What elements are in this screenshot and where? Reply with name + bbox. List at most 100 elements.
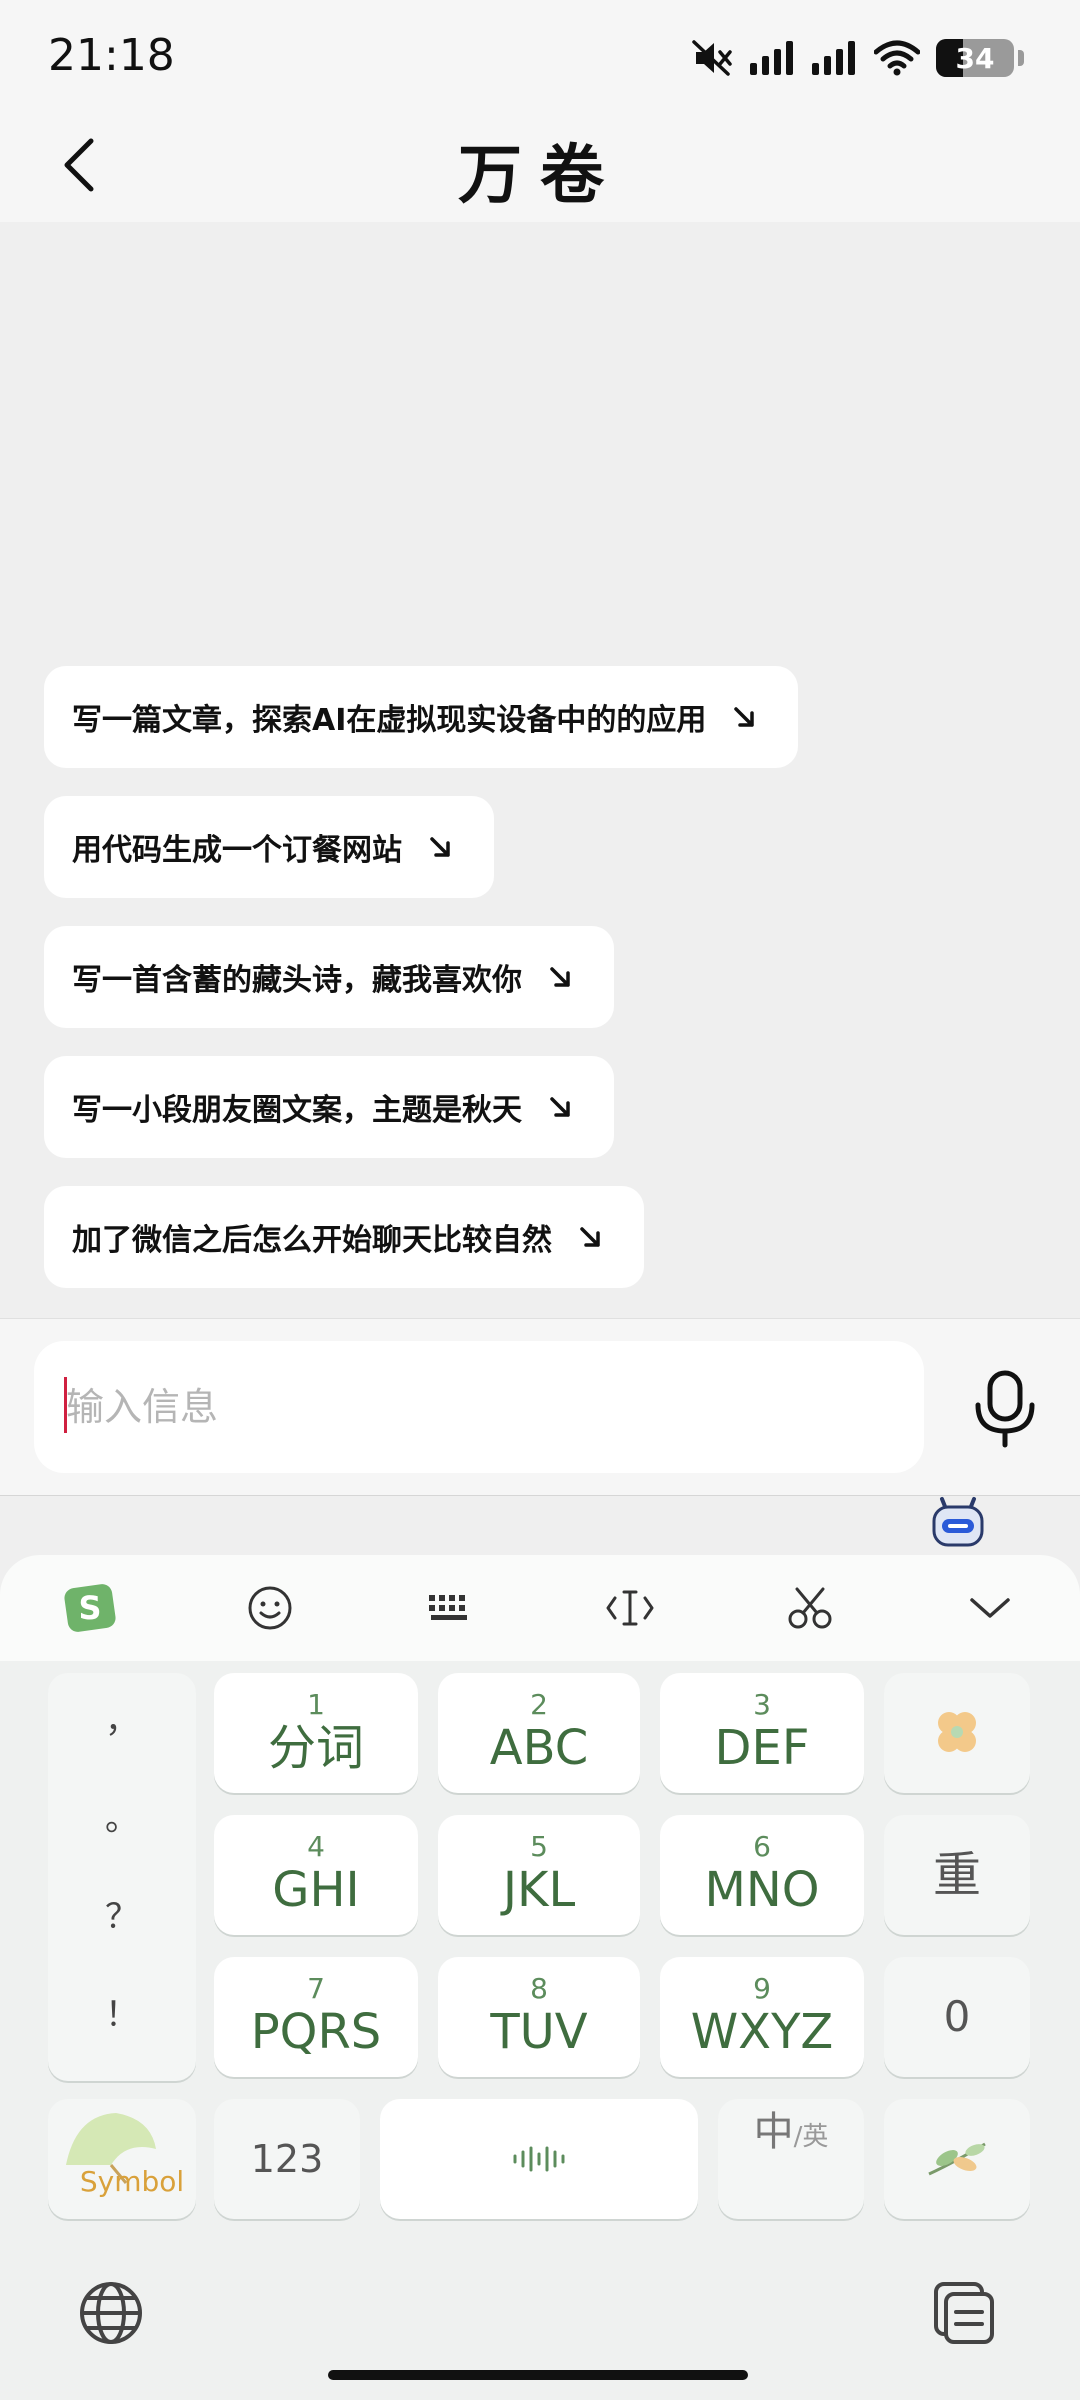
arrow-down-right-icon [548, 965, 572, 989]
emoji-icon [248, 1586, 292, 1630]
leaf-key[interactable] [884, 2099, 1030, 2219]
globe-button[interactable] [78, 2280, 144, 2350]
signal-icon [812, 41, 858, 75]
mute-icon [690, 38, 734, 78]
chevron-down-icon [970, 1598, 1010, 1618]
arrow-down-right-icon [428, 835, 452, 859]
suggestion-list: 写一篇文章，探索AI在虚拟现实设备中的的应用 用代码生成一个订餐网站 写一首含蓄… [44, 666, 1044, 1316]
lang-main-label: 中 [753, 2109, 794, 2155]
clover-key[interactable] [884, 1673, 1030, 1793]
key-letters: MNO [704, 1862, 820, 1918]
language-switch-key[interactable]: 中/英 [718, 2099, 864, 2219]
key-letters: 分词 [267, 1720, 364, 1776]
key-6[interactable]: 6 MNO [660, 1815, 864, 1935]
clipboard-icon [934, 2282, 994, 2344]
reset-key[interactable]: 重 [884, 1815, 1030, 1935]
svg-text:S: S [78, 1589, 101, 1627]
battery-icon: 34 [936, 39, 1014, 77]
key-number: 3 [753, 1688, 771, 1721]
punct-period-key[interactable]: 。 [48, 1791, 196, 1840]
suggestion-chip[interactable]: 写一小段朋友圈文案，主题是秋天 [44, 1056, 614, 1158]
key-letters: ABC [489, 1720, 589, 1776]
suggestion-label: 用代码生成一个订餐网站 [72, 833, 402, 868]
key-8[interactable]: 8 TUV [438, 1957, 640, 2077]
key-number: 7 [307, 1972, 325, 2005]
collapse-keyboard-button[interactable] [900, 1555, 1080, 1661]
suggestion-chip[interactable]: 写一首含蓄的藏头诗，藏我喜欢你 [44, 926, 614, 1028]
key-7[interactable]: 7 PQRS [214, 1957, 418, 2077]
clover-icon [938, 1712, 976, 1752]
arrow-down-right-icon [548, 1095, 572, 1119]
key-number: 8 [530, 1972, 548, 2005]
key-number: 2 [530, 1688, 548, 1721]
signal-icon [750, 41, 796, 75]
microphone-icon [975, 1370, 1035, 1448]
sogou-logo-button[interactable]: S [0, 1555, 180, 1661]
key-letters: TUV [490, 2004, 588, 2060]
assistant-robot-icon[interactable] [930, 1495, 986, 1547]
lang-sub-label: /英 [793, 2122, 829, 2152]
emoji-button[interactable] [180, 1555, 360, 1661]
punct-question-key[interactable]: ？ [48, 1889, 196, 1938]
key-number: 1 [307, 1688, 325, 1721]
suggestion-label: 写一小段朋友圈文案，主题是秋天 [72, 1093, 522, 1128]
zero-label: 0 [943, 1992, 971, 2041]
status-icons: 34 [690, 36, 1024, 80]
suggestion-chip[interactable]: 加了微信之后怎么开始聊天比较自然 [44, 1186, 644, 1288]
key-letters: GHI [272, 1862, 360, 1918]
status-bar: 21:18 34 [0, 0, 1080, 110]
key-number: 6 [753, 1830, 771, 1863]
suggestion-label: 加了微信之后怎么开始聊天比较自然 [72, 1223, 552, 1258]
suggestion-label: 写一首含蓄的藏头诗，藏我喜欢你 [72, 963, 522, 998]
punctuation-column[interactable]: ， 。 ？ ！ [48, 1673, 196, 2081]
globe-icon [80, 2282, 142, 2344]
cut-button[interactable] [720, 1555, 900, 1661]
status-time: 21:18 [48, 30, 175, 81]
key-5[interactable]: 5 JKL [438, 1815, 640, 1935]
reset-label: 重 [932, 1847, 981, 1903]
app-header: 万卷 [0, 110, 1080, 222]
numbers-key[interactable]: 123 [214, 2099, 360, 2219]
numbers-label: 123 [250, 2137, 324, 2181]
space-key[interactable] [380, 2099, 698, 2219]
message-input-bar [0, 1318, 1080, 1496]
arrow-down-right-icon [732, 705, 756, 729]
punct-exclaim-key[interactable]: ！ [48, 1987, 196, 2036]
home-indicator[interactable] [328, 2370, 748, 2380]
cursor-move-button[interactable] [540, 1555, 720, 1661]
arrow-down-right-icon [578, 1225, 602, 1249]
key-letters: WXYZ [690, 2004, 834, 2060]
symbol-label: Symbol [79, 2164, 185, 2198]
sogou-logo-icon: S [64, 1584, 116, 1632]
suggestion-label: 写一篇文章，探索AI在虚拟现实设备中的的应用 [72, 703, 707, 738]
page-title: 万卷 [458, 138, 622, 213]
cursor-icon [606, 1590, 654, 1626]
keyboard-switch-button[interactable] [360, 1555, 540, 1661]
key-letters: PQRS [250, 2004, 382, 2060]
key-4[interactable]: 4 GHI [214, 1815, 418, 1935]
message-input[interactable] [34, 1341, 924, 1473]
keyboard-icon [429, 1595, 467, 1620]
clipboard-button[interactable] [932, 2280, 998, 2350]
wifi-icon [874, 40, 920, 76]
key-0[interactable]: 0 [884, 1957, 1030, 2077]
key-letters: JKL [502, 1862, 576, 1918]
text-caret [64, 1377, 67, 1433]
microphone-button[interactable] [970, 1369, 1040, 1449]
key-3[interactable]: 3 DEF [660, 1673, 864, 1793]
suggestion-chip[interactable]: 写一篇文章，探索AI在虚拟现实设备中的的应用 [44, 666, 799, 768]
symbol-key[interactable]: Symbol [48, 2099, 196, 2219]
key-9[interactable]: 9 WXYZ [660, 1957, 864, 2077]
suggestion-chip[interactable]: 用代码生成一个订餐网站 [44, 796, 494, 898]
key-1[interactable]: 1 分词 [214, 1673, 418, 1793]
key-number: 4 [307, 1830, 325, 1863]
leaf-icon [928, 2142, 986, 2176]
key-letters: DEF [714, 1720, 810, 1776]
keyboard-toolbar: S [0, 1555, 1080, 1661]
punct-comma-key[interactable]: ， [48, 1693, 196, 1742]
battery-level: 34 [955, 41, 995, 75]
key-number: 5 [530, 1830, 548, 1863]
key-number: 9 [753, 1972, 771, 2005]
voice-wave-icon [513, 2146, 565, 2172]
key-2[interactable]: 2 ABC [438, 1673, 640, 1793]
